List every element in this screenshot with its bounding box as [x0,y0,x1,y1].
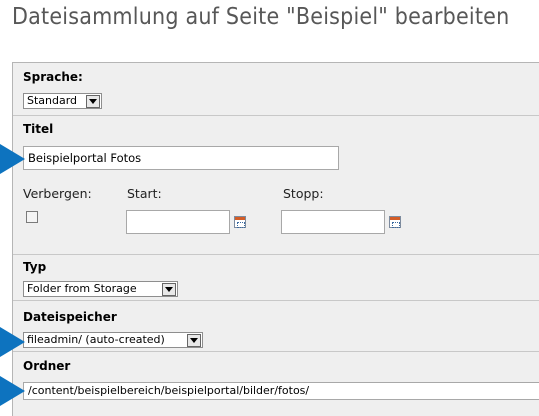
section-title-visibility: Titel Beispielportal Fotos Verbergen: St… [13,116,539,255]
type-select[interactable]: Folder from Storage [23,281,178,297]
language-select[interactable]: Standard [23,93,102,109]
section-folder: Ordner /content/beispielbereich/beispiel… [13,352,539,416]
stop-label: Stopp: [283,186,324,201]
edit-form: Sprache: Standard Titel Beispielportal F… [12,62,539,416]
storage-select[interactable]: fileadmin/ (auto-created) [23,332,203,348]
stop-calendar-icon[interactable] [389,216,401,228]
language-select-value: Standard [27,94,78,107]
hide-checkbox[interactable] [26,211,38,223]
title-input[interactable]: Beispielportal Fotos [23,146,339,170]
start-calendar-icon[interactable] [234,216,246,228]
type-select-value: Folder from Storage [27,282,137,295]
type-label: Typ [23,260,47,274]
section-type: Typ Folder from Storage [13,255,539,301]
folder-label: Ordner [23,359,71,373]
start-date-input[interactable] [126,210,230,234]
stop-date-input[interactable] [281,210,385,234]
highlight-marker-title [0,144,25,174]
hide-label: Verbergen: [23,186,92,201]
highlight-marker-folder [0,376,25,406]
storage-label: Dateispeicher [23,310,117,324]
folder-input[interactable]: /content/beispielbereich/beispielportal/… [23,382,539,400]
chevron-down-icon [162,283,176,296]
start-label: Start: [127,186,162,201]
title-label: Titel [23,122,54,136]
chevron-down-icon [187,334,201,347]
page-title: Dateisammlung auf Seite "Beispiel" bearb… [12,4,510,30]
section-language: Sprache: Standard [13,63,539,116]
highlight-marker-storage [0,327,25,357]
language-label: Sprache: [23,70,83,84]
section-storage: Dateispeicher fileadmin/ (auto-created) [13,301,539,352]
chevron-down-icon [86,95,100,108]
storage-select-value: fileadmin/ (auto-created) [27,333,165,346]
